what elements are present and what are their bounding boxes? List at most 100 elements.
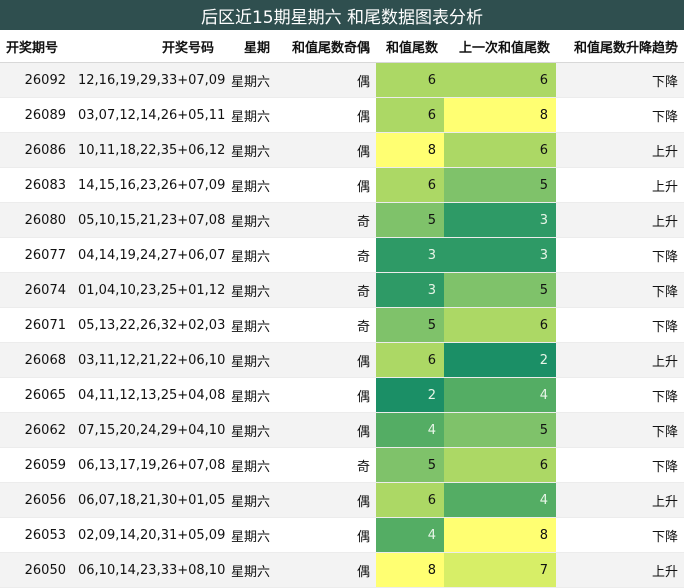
cell-weekday: 星期六 <box>220 167 276 203</box>
cell-prev-tail: 4 <box>444 482 556 518</box>
cell-trend: 上升 <box>556 202 684 238</box>
cell-prev-tail: 4 <box>444 377 556 413</box>
cell-trend: 下降 <box>556 412 684 448</box>
cell-weekday: 星期六 <box>220 377 276 413</box>
cell-parity: 偶 <box>276 377 376 413</box>
table-body: 26092 12,16,19,29,33+07,09 星期六偶 6 6 下降 26089 03… <box>0 62 684 588</box>
cell-tail: 8 <box>376 552 444 588</box>
cell-parity: 偶 <box>276 97 376 133</box>
table-row: 26056 06,07,18,21,30+01,05 星期六偶 6 4 上升 <box>0 482 684 518</box>
cell-parity: 偶 <box>276 342 376 378</box>
cell-trend: 下降 <box>556 517 684 553</box>
cell-tail: 2 <box>376 377 444 413</box>
cell-trend: 下降 <box>556 377 684 413</box>
cell-weekday: 星期六 <box>220 97 276 133</box>
cell-tail: 6 <box>376 342 444 378</box>
cell-tail: 4 <box>376 517 444 553</box>
cell-prev-tail: 8 <box>444 97 556 133</box>
cell-issue: 26080 <box>0 202 72 238</box>
cell-parity: 奇 <box>276 272 376 308</box>
chart-container: 后区近15期星期六 和尾数据图表分析 开奖期号 开奖号码 星期 和值尾数奇偶 和… <box>0 0 684 588</box>
cell-trend: 下降 <box>556 97 684 133</box>
cell-issue: 26083 <box>0 167 72 203</box>
cell-weekday: 星期六 <box>220 482 276 518</box>
cell-tail: 6 <box>376 482 444 518</box>
chart-title: 后区近15期星期六 和尾数据图表分析 <box>0 0 684 31</box>
cell-weekday: 星期六 <box>220 517 276 553</box>
table-row: 26053 02,09,14,20,31+05,09 星期六偶 4 8 下降 <box>0 517 684 553</box>
cell-prev-tail: 5 <box>444 412 556 448</box>
cell-issue: 26092 <box>0 62 72 98</box>
cell-trend: 上升 <box>556 132 684 168</box>
cell-prev-tail: 7 <box>444 552 556 588</box>
table-row: 26092 12,16,19,29,33+07,09 星期六偶 6 6 下降 <box>0 62 684 98</box>
cell-parity: 偶 <box>276 412 376 448</box>
table-row: 26065 04,11,12,13,25+04,08 星期六偶 2 4 下降 <box>0 377 684 413</box>
table-row: 26068 03,11,12,21,22+06,10 星期六偶 6 2 上升 <box>0 342 684 378</box>
cell-trend: 下降 <box>556 307 684 343</box>
cell-tail: 3 <box>376 272 444 308</box>
cell-trend: 下降 <box>556 447 684 483</box>
cell-issue: 26077 <box>0 237 72 273</box>
cell-issue: 26086 <box>0 132 72 168</box>
cell-numbers: 04,11,12,13,25+04,08 <box>72 377 225 413</box>
cell-parity: 偶 <box>276 62 376 98</box>
cell-prev-tail: 3 <box>444 237 556 273</box>
cell-prev-tail: 5 <box>444 272 556 308</box>
cell-numbers: 14,15,16,23,26+07,09 <box>72 167 225 203</box>
cell-trend: 上升 <box>556 167 684 203</box>
cell-numbers: 05,10,15,21,23+07,08 <box>72 202 225 238</box>
cell-weekday: 星期六 <box>220 342 276 378</box>
header-prev-tail: 上一次和值尾数 <box>444 30 556 63</box>
cell-parity: 奇 <box>276 307 376 343</box>
cell-issue: 26074 <box>0 272 72 308</box>
cell-parity: 偶 <box>276 132 376 168</box>
cell-tail: 5 <box>376 307 444 343</box>
cell-parity: 偶 <box>276 167 376 203</box>
cell-issue: 26050 <box>0 552 72 588</box>
cell-parity: 偶 <box>276 517 376 553</box>
cell-numbers: 01,04,10,23,25+01,12 <box>72 272 225 308</box>
cell-numbers: 06,13,17,19,26+07,08 <box>72 447 225 483</box>
cell-tail: 5 <box>376 447 444 483</box>
cell-issue: 26065 <box>0 377 72 413</box>
cell-tail: 6 <box>376 97 444 133</box>
cell-weekday: 星期六 <box>220 202 276 238</box>
cell-numbers: 03,11,12,21,22+06,10 <box>72 342 225 378</box>
table-row: 26077 04,14,19,24,27+06,07 星期六奇 3 3 下降 <box>0 237 684 273</box>
cell-numbers: 06,10,14,23,33+08,10 <box>72 552 225 588</box>
cell-issue: 26059 <box>0 447 72 483</box>
header-weekday: 星期 <box>220 30 276 63</box>
cell-prev-tail: 6 <box>444 62 556 98</box>
table-row: 26071 05,13,22,26,32+02,03 星期六奇 5 6 下降 <box>0 307 684 343</box>
header-row: 开奖期号 开奖号码 星期 和值尾数奇偶 和值尾数 上一次和值尾数 和值尾数升降趋… <box>0 30 684 63</box>
cell-numbers: 12,16,19,29,33+07,09 <box>72 62 225 98</box>
cell-parity: 偶 <box>276 552 376 588</box>
cell-trend: 上升 <box>556 482 684 518</box>
table-row: 26059 06,13,17,19,26+07,08 星期六奇 5 6 下降 <box>0 447 684 483</box>
cell-prev-tail: 6 <box>444 447 556 483</box>
cell-weekday: 星期六 <box>220 447 276 483</box>
cell-prev-tail: 2 <box>444 342 556 378</box>
cell-tail: 8 <box>376 132 444 168</box>
cell-numbers: 03,07,12,14,26+05,11 <box>72 97 225 133</box>
cell-tail: 6 <box>376 167 444 203</box>
cell-numbers: 07,15,20,24,29+04,10 <box>72 412 225 448</box>
table-row: 26062 07,15,20,24,29+04,10 星期六偶 4 5 下降 <box>0 412 684 448</box>
cell-tail: 3 <box>376 237 444 273</box>
cell-prev-tail: 3 <box>444 202 556 238</box>
cell-prev-tail: 8 <box>444 517 556 553</box>
cell-trend: 上升 <box>556 342 684 378</box>
cell-trend: 上升 <box>556 552 684 588</box>
header-numbers: 开奖号码 <box>72 30 220 63</box>
table-row: 26089 03,07,12,14,26+05,11 星期六偶 6 8 下降 <box>0 97 684 133</box>
cell-parity: 奇 <box>276 237 376 273</box>
cell-parity: 偶 <box>276 482 376 518</box>
cell-numbers: 02,09,14,20,31+05,09 <box>72 517 225 553</box>
header-tail: 和值尾数 <box>376 30 444 63</box>
cell-weekday: 星期六 <box>220 307 276 343</box>
cell-weekday: 星期六 <box>220 132 276 168</box>
header-parity: 和值尾数奇偶 <box>276 30 376 63</box>
cell-tail: 4 <box>376 412 444 448</box>
cell-issue: 26053 <box>0 517 72 553</box>
